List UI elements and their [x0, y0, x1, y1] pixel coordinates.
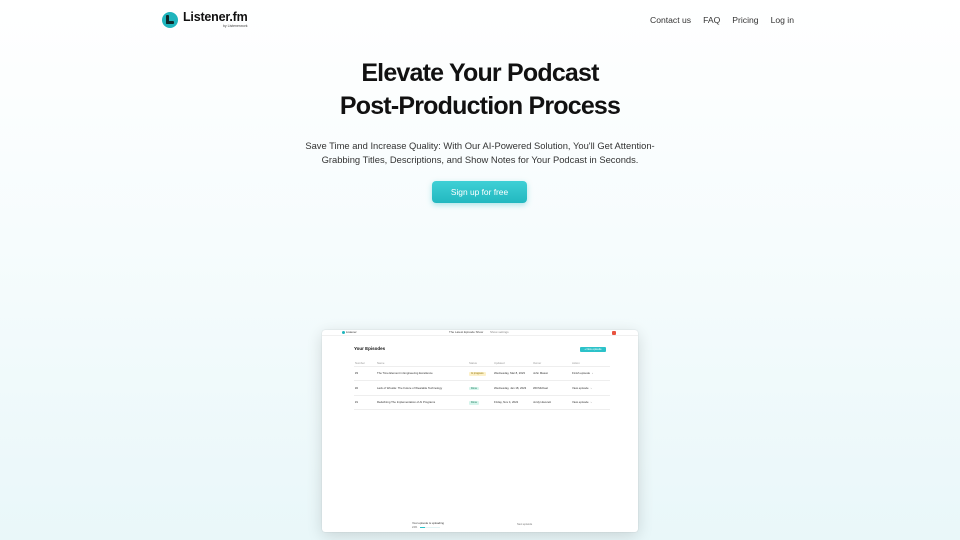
preview-episodes-table: Number Name Status Updated Owner Action …: [354, 361, 610, 410]
cell-updated: Wednesday, Mar 8, 2023: [493, 366, 532, 381]
cell-action: View episode ›: [571, 395, 610, 410]
upload-progress-fill: [420, 527, 425, 528]
table-row: #2 Lack of Wrestle: The Future of Wearabl…: [354, 380, 610, 396]
preview-tab-show: The Latest Episode Show: [449, 330, 484, 334]
cell-owner: Jordyn Everett: [532, 395, 571, 410]
preview-tab-settings: Show settings: [490, 330, 509, 334]
hero-title-line-2: Post-Production Process: [339, 92, 621, 120]
upload-percent: 24%: [412, 526, 418, 529]
upload-status: Your episode is uploading: [412, 521, 444, 525]
preview-avatar: [612, 331, 616, 335]
cell-number: #1: [354, 395, 376, 410]
cell-status: Done: [468, 395, 493, 410]
hero-subtitle: Save Time and Increase Quality: With Our…: [305, 140, 655, 165]
top-navigation: Listener.fm by Listenerwork Contact us F…: [0, 0, 960, 40]
main-menu: Contact us FAQ Pricing Log in: [650, 15, 794, 25]
status-badge: In progress: [469, 372, 486, 376]
hero-title: Elevate Your Podcast Post-Production Pro…: [0, 57, 960, 123]
status-badge: Done: [469, 401, 479, 405]
row-action-label: View episode: [572, 400, 589, 405]
brand-subtitle: by Listenerwork: [222, 23, 248, 28]
preview-topbar: Listener The Latest Episode Show Show se…: [322, 330, 638, 336]
cell-number: #2: [354, 380, 376, 396]
nav-contact-us[interactable]: Contact us: [650, 15, 691, 25]
preview-new-episode-button: + New episode: [580, 347, 606, 352]
row-action-label: Finish episode: [572, 371, 591, 376]
nav-faq[interactable]: FAQ: [703, 15, 720, 25]
hero-title-line-1: Elevate Your Podcast: [361, 59, 599, 87]
chevron-right-icon: ›: [590, 385, 592, 390]
cell-updated: Wednesday, Jan 18, 2023: [493, 380, 532, 396]
preview-footer-right: Next episode: [517, 523, 533, 526]
chevron-right-icon: ›: [592, 371, 593, 376]
cell-status: In progress: [468, 366, 493, 381]
cell-number: #3: [354, 366, 376, 381]
brand-logo[interactable]: Listener.fm by Listenerwork: [162, 11, 248, 28]
nav-log-in[interactable]: Log in: [771, 15, 794, 25]
cell-status: Done: [468, 380, 493, 396]
cell-action: View episode ›: [571, 380, 610, 396]
cell-owner: Will Michael: [532, 380, 571, 396]
row-action-label: View episode: [572, 385, 589, 390]
app-preview-window: Listener The Latest Episode Show Show se…: [322, 330, 638, 532]
sign-up-button[interactable]: Sign up for free: [432, 181, 527, 203]
preview-brand: Listener: [342, 330, 357, 334]
cell-updated: Friday, Nov 4, 2022: [493, 395, 532, 410]
status-badge: Done: [469, 386, 479, 390]
table-row: #1 Redefining The Implementation of AI Pr…: [354, 395, 610, 410]
brand-name: Listener.fm: [183, 10, 248, 24]
nav-pricing[interactable]: Pricing: [732, 15, 758, 25]
cell-name: Redefining The Implementation of AI Prog…: [376, 395, 468, 410]
cell-action: Finish episode ›: [571, 366, 610, 381]
cell-name: The Time Element in Engineering Excellen…: [376, 366, 468, 381]
preview-heading: Your Episodes: [354, 346, 386, 351]
cell-owner: John Mason: [532, 366, 571, 381]
chevron-right-icon: ›: [590, 400, 592, 405]
cell-name: Lack of Wrestle: The Future of Wearable …: [376, 380, 468, 396]
upload-progress-bar: [420, 527, 440, 528]
preview-upload-bar: Your episode is uploading 24% Next episo…: [322, 520, 638, 532]
listener-logo-icon: [162, 11, 178, 28]
table-row: #3 The Time Element in Engineering Excell…: [354, 366, 610, 381]
